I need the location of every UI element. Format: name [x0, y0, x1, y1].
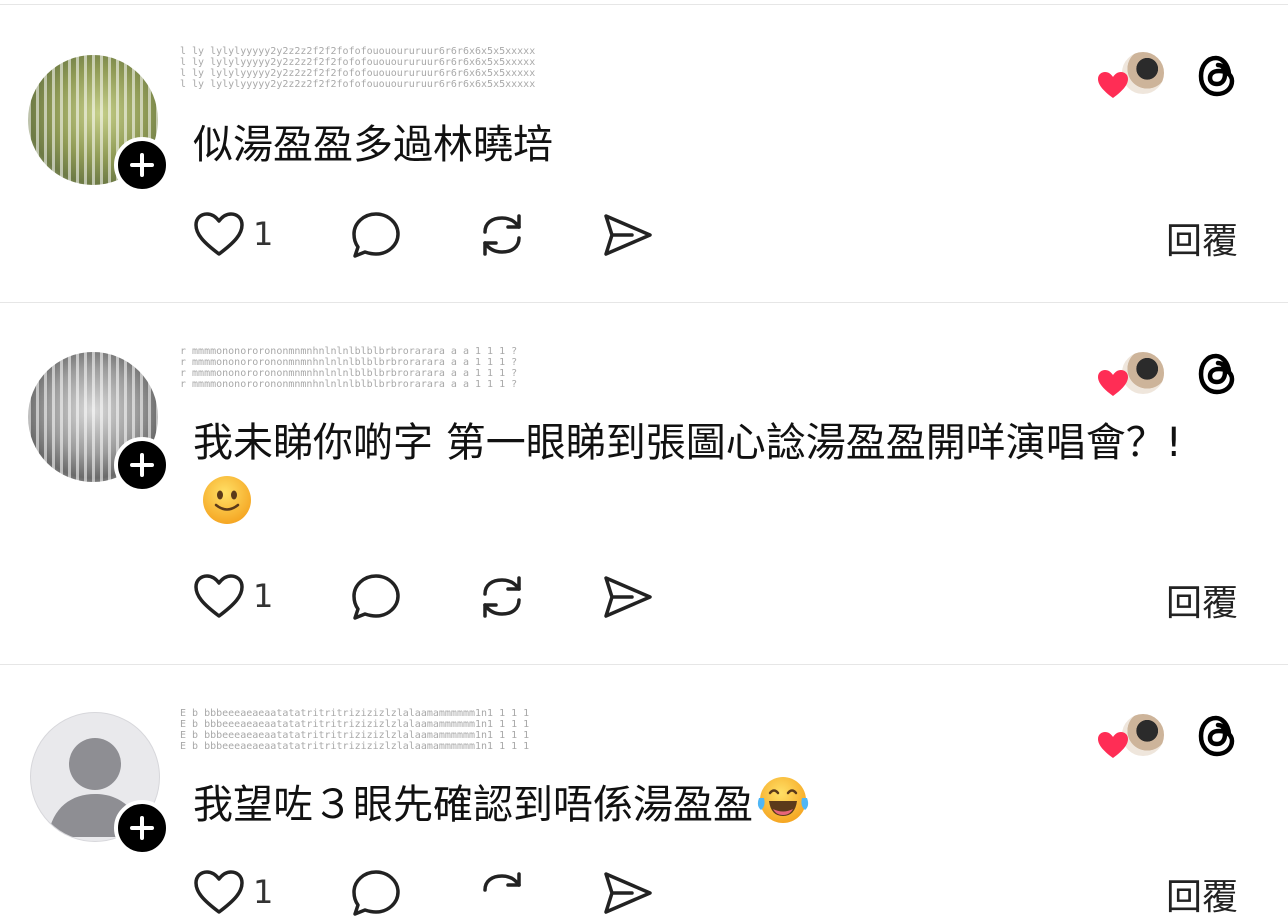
speech-bubble-icon[interactable]	[350, 210, 402, 260]
plus-icon	[130, 153, 154, 177]
repost-icon[interactable]	[475, 868, 529, 918]
reply-button[interactable]: 回覆	[1166, 212, 1238, 264]
plus-icon	[130, 816, 154, 840]
username[interactable]: E b bbbeeeaeaeaatatatritritrizizizlzlala…	[180, 708, 540, 756]
comment-text: 我未睇你啲字 第一眼睇到張圖心諗湯盈盈開咩演唱會？!	[193, 412, 1203, 536]
threads-logo-icon[interactable]	[1195, 52, 1241, 100]
comment-text-content: 我望咗３眼先確認到唔係湯盈盈	[193, 782, 753, 828]
like-button[interactable]: 1	[193, 868, 273, 916]
follow-plus-button[interactable]	[114, 800, 170, 856]
comment-text: 我望咗３眼先確認到唔係湯盈盈	[193, 774, 1193, 836]
send-icon[interactable]	[602, 572, 654, 622]
like-button[interactable]: 1	[193, 572, 273, 620]
threads-logo-icon[interactable]	[1195, 712, 1241, 760]
slightly-smiling-face-emoji	[203, 476, 251, 524]
speech-bubble-icon[interactable]	[350, 868, 402, 918]
repost-icon[interactable]	[475, 210, 529, 260]
red-heart-icon	[1098, 370, 1128, 396]
like-button[interactable]: 1	[193, 210, 273, 258]
divider	[0, 302, 1288, 303]
heart-outline-icon	[194, 212, 244, 256]
comment-text-content: 我未睇你啲字 第一眼睇到張圖心諗湯盈盈開咩演唱會？!	[193, 420, 1182, 466]
heart-outline-icon	[194, 574, 244, 618]
heart-outline-icon	[194, 870, 244, 914]
send-icon[interactable]	[602, 868, 654, 918]
like-count: 1	[253, 215, 274, 253]
divider	[0, 664, 1288, 665]
threads-logo-icon[interactable]	[1195, 350, 1241, 398]
red-heart-icon	[1098, 732, 1128, 758]
send-icon[interactable]	[602, 210, 654, 260]
reply-button[interactable]: 回覆	[1166, 574, 1238, 626]
face-with-tears-of-joy-emoji	[757, 777, 809, 823]
username[interactable]: l ly lylylyyyyy2y2z2z2f2f2fofofououourur…	[180, 46, 540, 94]
red-heart-icon	[1098, 72, 1128, 98]
repost-icon[interactable]	[475, 572, 529, 622]
reply-button[interactable]: 回覆	[1166, 868, 1238, 920]
like-count: 1	[253, 577, 274, 615]
like-count: 1	[253, 873, 274, 911]
divider	[0, 4, 1288, 5]
comment-text: 似湯盈盈多過林曉培	[193, 122, 553, 168]
follow-plus-button[interactable]	[114, 137, 170, 193]
plus-icon	[130, 453, 154, 477]
follow-plus-button[interactable]	[114, 437, 170, 493]
speech-bubble-icon[interactable]	[350, 572, 402, 622]
username[interactable]: r mmmmononororononmnmnhnlnlnlblblbrbrora…	[180, 346, 540, 394]
